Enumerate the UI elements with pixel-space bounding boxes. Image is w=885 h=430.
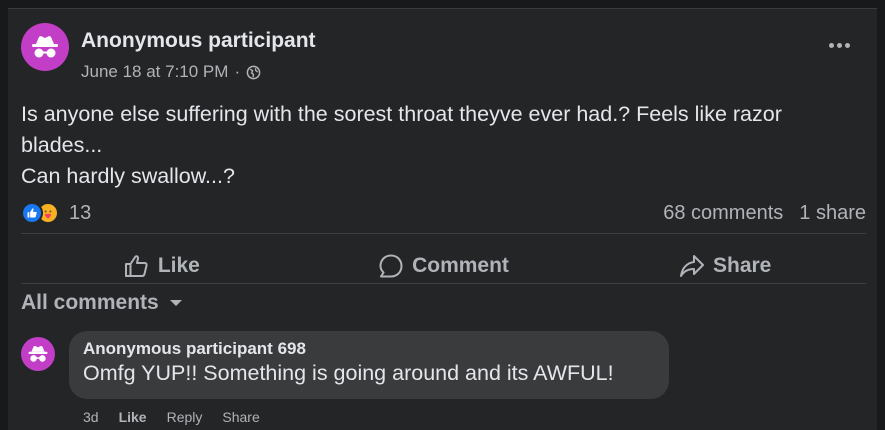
more-dot [836,42,842,48]
like-label: Like [157,254,200,277]
avatar[interactable] [21,23,69,71]
comment-actions: 3d Like Reply Share [83,409,260,425]
comment-text: Omfg YUP!! Something is going around and… [83,361,614,385]
comment-label: Comment [412,254,509,277]
more-options-button[interactable] [825,35,853,55]
comment-bubble: Anonymous participant 698 Omfg YUP!! Som… [69,331,669,399]
comments-filter-label: All comments [21,291,159,314]
post-date[interactable]: June 18 at 7:10 PM [81,62,228,82]
comment-avatar[interactable] [21,337,55,371]
comment-time[interactable]: 3d [83,409,99,425]
post-text-line: Can hardly swallow...? [21,164,235,188]
share-label: Share [712,254,772,277]
comment-share-button[interactable]: Share [222,409,259,425]
post-header: Anonymous participant June 18 at 7:10 PM… [21,23,861,82]
comments-filter-dropdown[interactable]: All comments [21,291,183,315]
reactions-summary[interactable]: 13 [21,202,91,225]
post-text: Is anyone else suffering with the sorest… [21,99,861,192]
post-meta: June 18 at 7:10 PM · [81,62,261,82]
share-button[interactable]: Share [584,254,866,278]
comment-reply-button[interactable]: Reply [167,409,203,425]
post-card: Anonymous participant June 18 at 7:10 PM… [8,8,877,430]
post-author[interactable]: Anonymous participant [81,29,316,53]
like-icon [21,202,43,224]
comment-button[interactable]: Comment [303,253,585,279]
like-button[interactable]: Like [21,254,303,278]
divider [21,233,866,234]
comment-item: Anonymous participant 698 Omfg YUP!! Som… [21,329,861,429]
comment-bubble-icon [379,254,403,278]
comments-count-link[interactable]: 68 comments [663,202,783,225]
shares-count-link[interactable]: 1 share [799,202,866,225]
globe-icon [246,65,261,79]
post-text-line: Is anyone else suffering with the sorest… [21,102,782,126]
reactions-row: 13 68 comments 1 share [21,199,866,227]
chevron-down-icon [169,300,182,306]
comment-author[interactable]: Anonymous participant 698 [83,339,655,359]
divider [21,283,866,284]
share-arrow-icon [679,255,704,277]
engagement-counts: 68 comments 1 share [663,202,866,225]
post-text-line: blades... [21,133,103,157]
reaction-count: 13 [69,201,92,224]
thumbs-up-icon [124,255,148,277]
comment-like-button[interactable]: Like [119,409,147,425]
meta-separator: · [234,62,241,81]
incognito-icon [32,36,58,58]
more-dot [844,42,850,48]
more-dot [828,42,834,48]
incognito-icon [28,346,48,362]
